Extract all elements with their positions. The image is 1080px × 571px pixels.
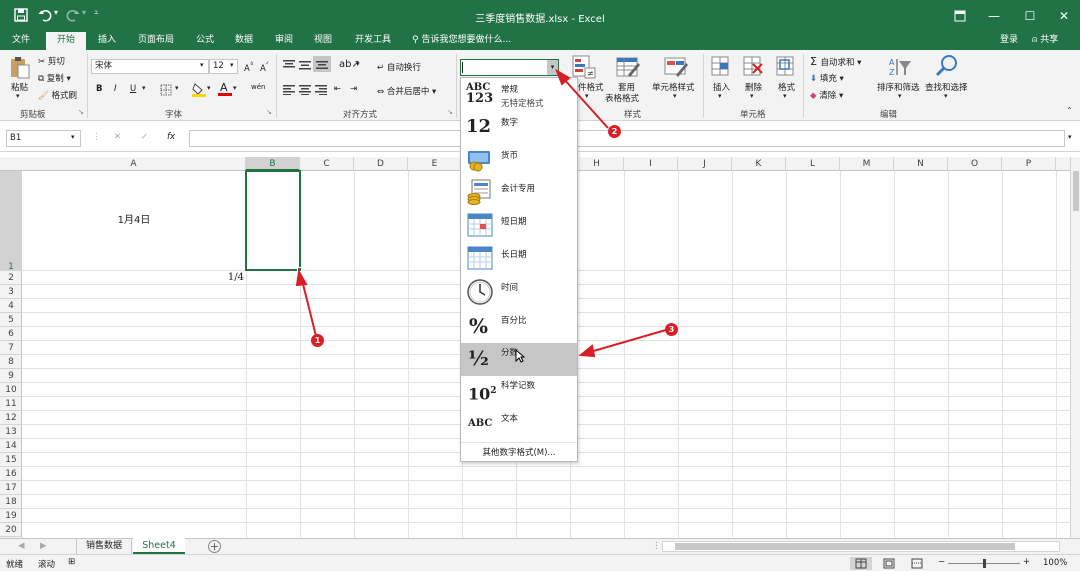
- status-ready: 就绪: [6, 560, 24, 570]
- sheet-tab-sheet4[interactable]: Sheet4: [133, 538, 185, 554]
- status-bar: 就绪 滚动 ⊞ − + 100%: [0, 554, 1080, 571]
- page-layout-view-icon[interactable]: [882, 557, 896, 570]
- status-scroll-lock: 滚动: [38, 560, 56, 570]
- page-break-view-icon[interactable]: [910, 557, 924, 570]
- normal-view-icon[interactable]: [850, 557, 872, 570]
- prev-sheet-icon[interactable]: ◀: [18, 541, 25, 551]
- macro-record-icon[interactable]: ⊞: [68, 557, 75, 567]
- tab-split-icon[interactable]: ⋮: [652, 541, 661, 551]
- zoom-in-icon[interactable]: +: [1023, 557, 1030, 567]
- annotation-badge-3: 3: [665, 323, 678, 336]
- annotation-arrows: [295, 68, 667, 358]
- sheet-tab-bar: ◀ ▶ 销售数据 Sheet4 + ⋮: [0, 538, 1080, 554]
- zoom-slider-thumb[interactable]: [983, 559, 986, 568]
- annotation-badge-1: 1: [311, 334, 324, 347]
- next-sheet-icon[interactable]: ▶: [40, 541, 47, 551]
- sheet-tab-sales[interactable]: 销售数据: [76, 539, 132, 554]
- new-sheet-icon[interactable]: +: [208, 540, 221, 553]
- horizontal-scrollbar[interactable]: [662, 541, 1060, 552]
- annotation-badge-2: 2: [608, 125, 621, 138]
- zoom-level[interactable]: 100%: [1043, 558, 1067, 568]
- zoom-out-icon[interactable]: −: [938, 557, 945, 567]
- horizontal-scroll-thumb[interactable]: [675, 543, 1015, 550]
